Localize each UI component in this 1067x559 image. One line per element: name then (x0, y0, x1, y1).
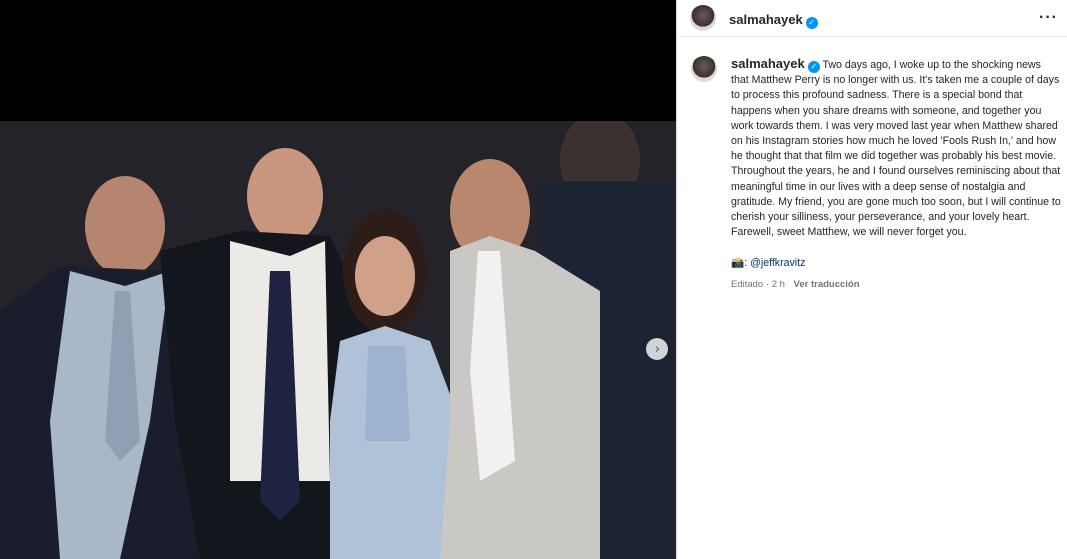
caption-avatar[interactable] (691, 56, 717, 82)
time-ago[interactable]: 2 h (772, 279, 785, 290)
more-options-icon[interactable]: ··· (1039, 10, 1058, 26)
caption-avatar-image (691, 56, 717, 82)
edited-label: Editado (731, 278, 764, 290)
header-username[interactable]: salmahayek (729, 12, 803, 27)
caption-text: Two days ago, I woke up to the shocking … (731, 59, 1061, 239)
avatar-image (690, 5, 716, 31)
caption-block: salmahayek ✓ Two days ago, I woke up to t… (731, 56, 1061, 292)
post-details-panel: salmahayek ✓ ··· salmahayek ✓ Two days ago… (676, 0, 1067, 559)
credit-handle-link[interactable]: @jeffkravitz (750, 257, 805, 269)
next-image-button[interactable]: › (646, 338, 668, 360)
post-media: › (0, 0, 676, 559)
photo-credit: 📸: @jeffkravitz (731, 256, 1061, 271)
header-user: salmahayek ✓ (729, 11, 818, 29)
chevron-right-icon: › (654, 341, 661, 357)
group-photo-illustration (0, 121, 676, 559)
verified-badge-icon: ✓ (805, 17, 818, 29)
avatar[interactable] (690, 5, 716, 31)
caption-username[interactable]: salmahayek (731, 56, 805, 71)
post-header: salmahayek ✓ ··· (677, 0, 1067, 37)
see-translation-button[interactable]: Ver traducción (794, 279, 860, 290)
post-photo (0, 121, 676, 559)
camera-flash-icon: 📸: (731, 257, 748, 270)
meta-separator: · (765, 278, 770, 290)
caption-meta: Editado · 2 h Ver traducción (731, 277, 1061, 292)
caption-verified-badge-icon: ✓ (807, 61, 820, 73)
